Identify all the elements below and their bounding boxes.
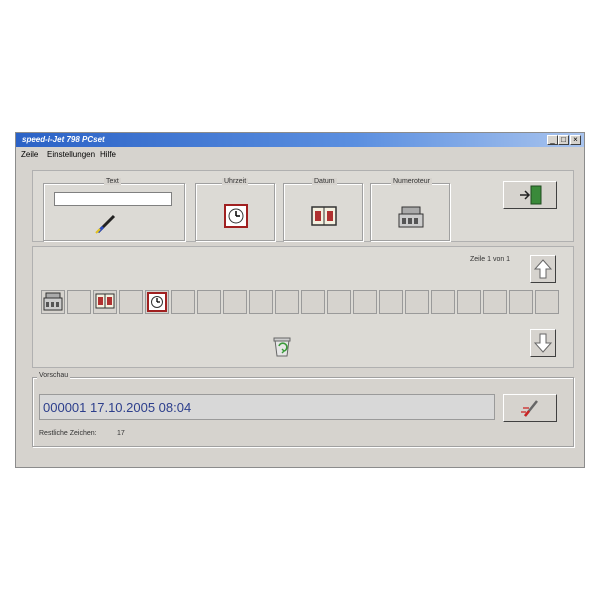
menu-bar: Zeile Einstellungen Hilfe xyxy=(16,148,584,160)
slot-empty[interactable] xyxy=(119,290,143,314)
line-indicator: Zeile 1 von 1 xyxy=(470,256,511,263)
remaining-chars-label: Restliche Zeichen: xyxy=(39,430,97,437)
slot-empty[interactable] xyxy=(249,290,273,314)
slot-empty[interactable] xyxy=(327,290,351,314)
print-button[interactable] xyxy=(503,394,557,422)
text-group: Text xyxy=(43,178,185,241)
maximize-button[interactable]: □ xyxy=(558,135,569,145)
date-group: Datum xyxy=(283,178,363,241)
menu-einstellungen[interactable]: Einstellungen xyxy=(47,150,95,159)
date-group-label: Datum xyxy=(312,178,337,185)
clock-icon[interactable] xyxy=(224,204,248,228)
time-group: Uhrzeit xyxy=(195,178,275,241)
slot-empty[interactable] xyxy=(301,290,325,314)
slot-empty[interactable] xyxy=(223,290,247,314)
slot-empty[interactable] xyxy=(197,290,221,314)
text-group-label: Text xyxy=(104,178,121,185)
counter-icon xyxy=(43,292,63,311)
close-button[interactable]: × xyxy=(570,135,581,145)
calendar-icon xyxy=(95,293,115,309)
menu-hilfe[interactable]: Hilfe xyxy=(100,150,116,159)
print-pen-icon xyxy=(521,400,538,417)
slot-empty[interactable] xyxy=(171,290,195,314)
clock-icon xyxy=(147,292,167,312)
exit-button[interactable] xyxy=(503,181,557,209)
arrow-up-icon xyxy=(534,259,552,279)
slot-counter[interactable] xyxy=(41,290,65,314)
slot-empty[interactable] xyxy=(457,290,481,314)
line-up-button[interactable] xyxy=(530,255,556,283)
line-down-button[interactable] xyxy=(530,329,556,357)
app-window: speed-i-Jet 798 PCset _ □ × Zeile Einste… xyxy=(15,132,585,468)
slot-empty[interactable] xyxy=(535,290,559,314)
exit-door-icon xyxy=(520,185,542,205)
preview-text: 000001 17.10.2005 08:04 xyxy=(43,400,192,415)
slot-empty[interactable] xyxy=(405,290,429,314)
remaining-chars-value: 17 xyxy=(117,430,125,437)
text-input[interactable] xyxy=(54,192,172,206)
time-group-label: Uhrzeit xyxy=(222,178,249,185)
counter-icon[interactable] xyxy=(398,206,424,228)
slot-empty[interactable] xyxy=(379,290,403,314)
slot-date[interactable] xyxy=(93,290,117,314)
slot-time[interactable] xyxy=(145,290,169,314)
slot-empty[interactable] xyxy=(431,290,455,314)
slot-empty[interactable] xyxy=(67,290,91,314)
counter-group-label: Numeroteur xyxy=(391,178,432,185)
slot-empty[interactable] xyxy=(353,290,377,314)
window-title: speed-i-Jet 798 PCset xyxy=(22,135,105,144)
slot-empty[interactable] xyxy=(509,290,533,314)
arrow-down-icon xyxy=(534,333,552,353)
preview-group: Vorschau 000001 17.10.2005 08:04 Restlic… xyxy=(32,372,574,447)
title-bar: speed-i-Jet 798 PCset _ □ × xyxy=(16,133,584,147)
menu-zeile[interactable]: Zeile xyxy=(21,150,38,159)
recycle-bin-icon[interactable] xyxy=(271,335,293,357)
slot-empty[interactable] xyxy=(275,290,299,314)
preview-text-field: 000001 17.10.2005 08:04 xyxy=(39,394,495,420)
preview-label: Vorschau xyxy=(37,372,71,379)
counter-group: Numeroteur xyxy=(370,178,450,241)
tool-panel: Text Uhrzeit Datum Numeroteur xyxy=(32,170,574,242)
calendar-icon[interactable] xyxy=(311,206,337,226)
slot-empty[interactable] xyxy=(483,290,507,314)
minimize-button[interactable]: _ xyxy=(547,135,558,145)
pen-icon[interactable] xyxy=(94,212,118,234)
